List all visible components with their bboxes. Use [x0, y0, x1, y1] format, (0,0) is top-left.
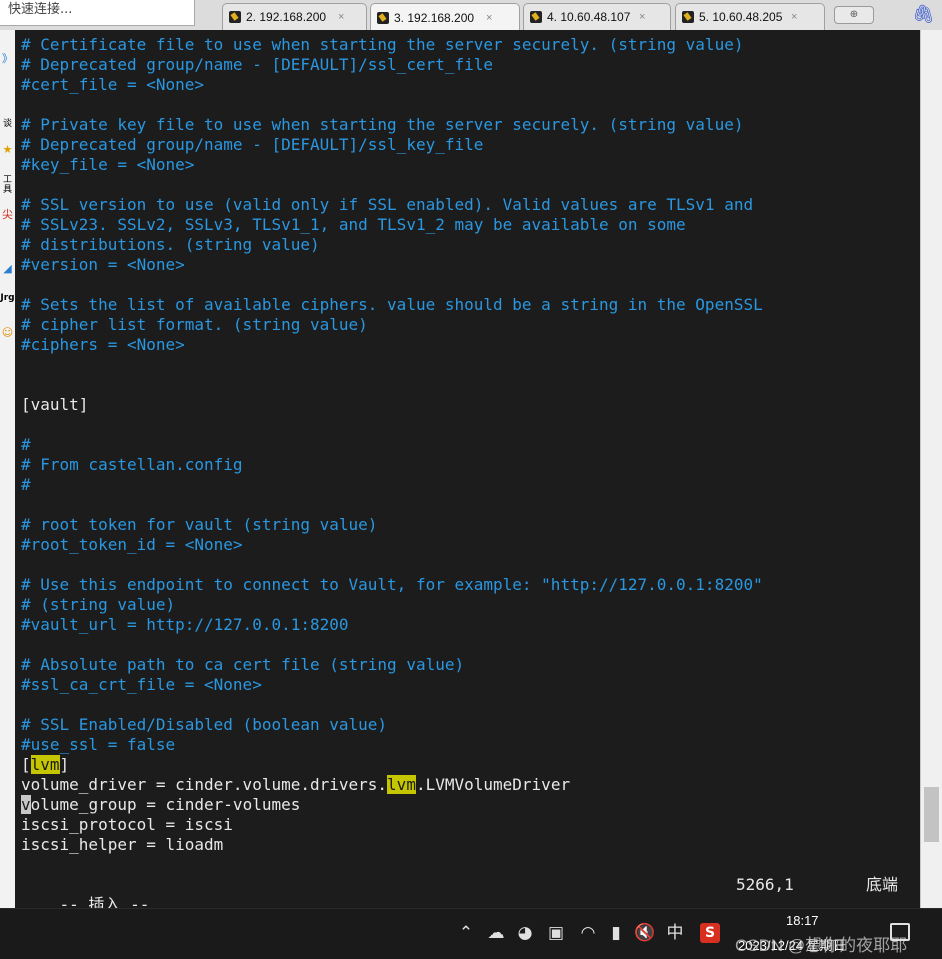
close-icon[interactable]: ×	[486, 12, 492, 24]
terminal-icon	[682, 11, 694, 23]
sidebar-item[interactable]: 尖	[0, 208, 15, 221]
terminal-line: # SSLv23. SSLv2, SSLv3, TLSv1_1, and TLS…	[21, 215, 686, 234]
close-icon[interactable]: ×	[338, 11, 344, 23]
terminal-line: #root_token_id = <None>	[21, 535, 243, 554]
terminal-line-iscsi-helper: iscsi_helper = lioadm	[21, 835, 224, 854]
left-sidebar-strip: 》 谈 ★ 工具 尖 ◢ Jrg ☺	[0, 30, 16, 908]
terminal-line: #cert_file = <None>	[21, 75, 205, 94]
terminal-line: # SSL Enabled/Disabled (boolean value)	[21, 715, 388, 734]
vim-status-line: -- 插入 -- 5266,1 底端	[21, 875, 911, 908]
terminal-output[interactable]: # Certificate file to use when starting …	[15, 30, 920, 908]
windows-taskbar: ⌃ ☁ ◕ ▣ ◠ ▮ 🔇 中 S 18:17 2023/12/24 星期日 C…	[0, 908, 942, 959]
battery-icon[interactable]: ▮	[605, 923, 627, 943]
search-highlight: lvm	[387, 775, 416, 794]
tab-label: 3. 192.168.200	[394, 10, 475, 25]
terminal-icon	[377, 11, 389, 24]
vertical-scrollbar[interactable]	[920, 30, 942, 908]
wifi-icon[interactable]: ◠	[577, 923, 599, 943]
sogou-icon[interactable]: S	[700, 923, 720, 943]
terminal-line: [vault]	[21, 395, 89, 414]
terminal-line: # Deprecated group/name - [DEFAULT]/ssl_…	[21, 55, 494, 74]
terminal-line-iscsi-protocol: iscsi_protocol = iscsi	[21, 815, 233, 834]
qq-penguin-icon[interactable]: ◕	[514, 923, 536, 943]
terminal-line: #	[21, 475, 31, 494]
sidebar-item[interactable]: Jrg	[0, 292, 15, 305]
terminal-line: # Absolute path to ca cert file (string …	[21, 655, 465, 674]
terminal-icon	[530, 11, 542, 23]
paperclip-icon[interactable]: 🖇	[912, 4, 935, 25]
new-tab-button[interactable]: ⊕	[834, 6, 874, 24]
scroll-position: 底端	[866, 875, 899, 894]
terminal-line: #ssl_ca_crt_file = <None>	[21, 675, 262, 694]
terminal-line: # Certificate file to use when starting …	[21, 35, 744, 54]
tab-label: 4. 10.60.48.107	[547, 10, 631, 24]
terminal-line: # (string value)	[21, 595, 176, 614]
terminal-line: # Deprecated group/name - [DEFAULT]/ssl_…	[21, 135, 484, 154]
terminal-line: #vault_url = http://127.0.0.1:8200	[21, 615, 349, 634]
tab-session-4[interactable]: 4. 10.60.48.107 ×	[523, 3, 671, 30]
tab-session-2[interactable]: 2. 192.168.200 ×	[222, 3, 367, 30]
terminal-line: #ciphers = <None>	[21, 335, 185, 354]
terminal-line: # From castellan.config	[21, 455, 243, 474]
terminal-line: # Sets the list of available ciphers. va…	[21, 295, 763, 314]
sidebar-item[interactable]: 谈	[0, 118, 15, 131]
terminal-line: # Private key file to use when starting …	[21, 115, 744, 134]
terminal-line: #use_ssl = false	[21, 735, 176, 754]
terminal-icon	[229, 11, 241, 23]
terminal-line: # distributions. (string value)	[21, 235, 320, 254]
cursor-position: 5266,1	[736, 875, 794, 894]
sidebar-item-tools[interactable]: 工具	[0, 175, 15, 195]
terminal-line: # cipher list format. (string value)	[21, 315, 368, 334]
notification-icon[interactable]	[890, 923, 910, 941]
scrollbar-thumb[interactable]	[924, 787, 939, 842]
quick-connect-input[interactable]: 快速连接...	[0, 0, 195, 26]
terminal-line: # SSL version to use (valid only if SSL …	[21, 195, 754, 214]
star-icon[interactable]: ★	[0, 143, 15, 156]
search-highlight: lvm	[30, 755, 60, 774]
close-icon[interactable]: ×	[791, 11, 797, 23]
vim-mode: -- 插入 --	[59, 895, 150, 908]
terminal-line: #key_file = <None>	[21, 155, 195, 174]
terminal-line-volume-group: volume_group = cinder-volumes	[21, 795, 301, 814]
expand-icon[interactable]: 》	[0, 52, 15, 65]
terminal-line-volume-driver: volume_driver = cinder.volume.drivers.lv…	[21, 775, 571, 794]
smiley-icon[interactable]: ☺	[0, 326, 15, 339]
cloud-icon[interactable]: ☁	[485, 923, 507, 943]
terminal-line: # Use this endpoint to connect to Vault,…	[21, 575, 763, 594]
text-cursor: v	[21, 795, 31, 814]
tab-session-3[interactable]: 3. 192.168.200 ×	[370, 3, 520, 31]
mute-icon[interactable]: 🔇	[634, 923, 656, 943]
ime-indicator[interactable]: 中	[664, 923, 686, 943]
watermark-text: CSDN @想你的夜耶耶	[735, 936, 908, 955]
terminal-line: # root token for vault (string value)	[21, 515, 378, 534]
terminal-line: #version = <None>	[21, 255, 185, 274]
tab-label: 5. 10.60.48.205	[699, 10, 783, 24]
chevron-up-icon[interactable]: ⌃	[455, 923, 477, 943]
tab-label: 2. 192.168.200	[246, 10, 327, 24]
terminal-line: #	[21, 435, 31, 454]
plus-icon: ⊕	[849, 9, 859, 20]
tab-session-5[interactable]: 5. 10.60.48.205 ×	[675, 3, 825, 30]
terminal-line-lvm-section: [lvm]	[21, 755, 70, 774]
clock-time[interactable]: 18:17	[786, 913, 819, 928]
sidebar-item[interactable]: ◢	[0, 262, 15, 275]
close-icon[interactable]: ×	[639, 11, 645, 23]
screen-share-icon[interactable]: ▣	[545, 923, 567, 943]
tab-bar: 快速连接... 2. 192.168.200 × 3. 192.168.200 …	[0, 0, 942, 31]
